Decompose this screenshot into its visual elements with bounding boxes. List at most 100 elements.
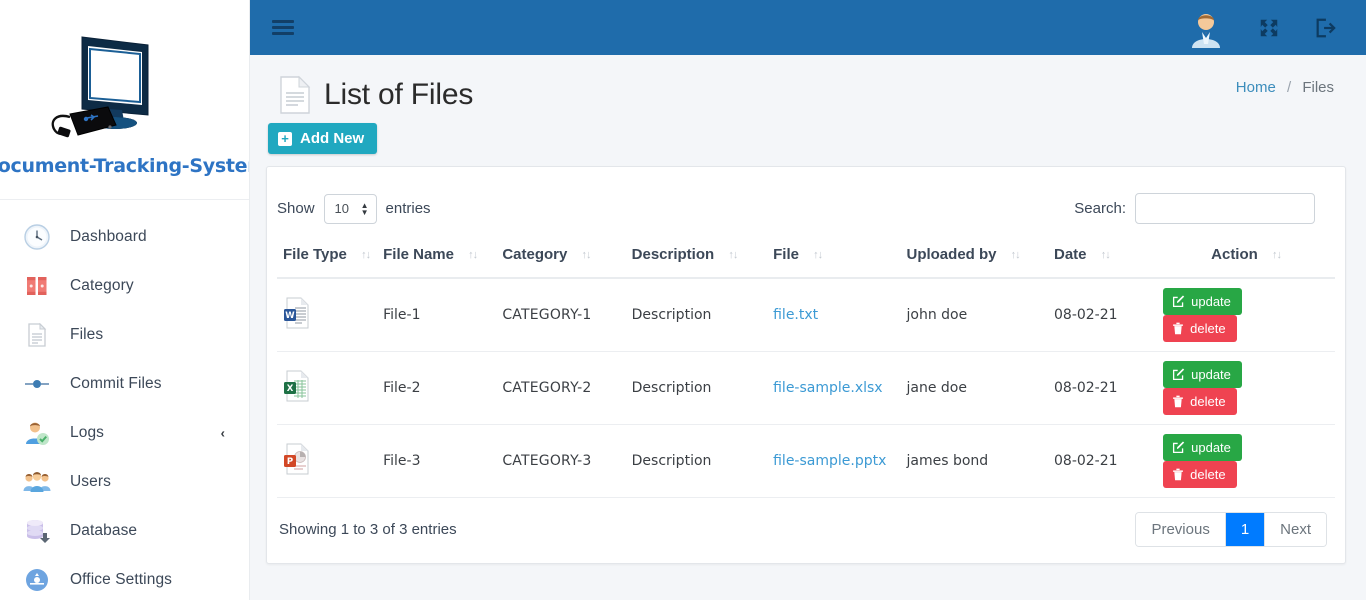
column-header-category[interactable]: Category ↑↓ xyxy=(496,242,626,279)
update-button[interactable]: update xyxy=(1163,361,1242,388)
breadcrumb-current: Files xyxy=(1302,79,1334,96)
sidebar-item-office-settings[interactable]: Office Settings xyxy=(0,555,249,600)
column-label: File xyxy=(773,246,799,263)
page-title: List of Files xyxy=(324,78,474,111)
svg-text:W: W xyxy=(285,311,295,321)
app-root: Document-Tracking-System Dashboard xyxy=(0,0,1366,600)
edit-square-icon xyxy=(1172,441,1185,454)
column-label: File Name xyxy=(383,246,454,263)
user-check-icon xyxy=(22,418,52,448)
breadcrumb-home-link[interactable]: Home xyxy=(1236,79,1276,96)
column-label: File Type xyxy=(283,246,347,263)
expand-arrows-icon[interactable] xyxy=(1258,17,1280,39)
sort-icon: ↑↓ xyxy=(361,249,371,261)
breadcrumb-separator: / xyxy=(1286,79,1292,96)
column-header-file-name[interactable]: File Name ↑↓ xyxy=(377,242,497,279)
show-label: Show xyxy=(277,200,315,217)
file-link[interactable]: file.txt xyxy=(773,307,818,323)
column-label: Action xyxy=(1211,246,1258,263)
cell-uploaded-by: james bond xyxy=(900,424,1048,498)
update-label: update xyxy=(1191,367,1231,382)
word-file-icon: W xyxy=(283,297,311,333)
search-input[interactable] xyxy=(1135,193,1315,224)
cell-file-name: File-1 xyxy=(377,278,497,352)
column-header-uploaded-by[interactable]: Uploaded by ↑↓ xyxy=(900,242,1048,279)
svg-text:P: P xyxy=(287,457,293,467)
update-label: update xyxy=(1191,294,1231,309)
pagination-next[interactable]: Next xyxy=(1265,513,1326,546)
delete-button[interactable]: delete xyxy=(1163,388,1237,415)
table-row: W File-1 CATEGORY-1 Description file.txt… xyxy=(277,278,1335,352)
sidebar-item-label: Files xyxy=(70,325,104,343)
column-label: Date xyxy=(1054,246,1087,263)
database-icon xyxy=(22,516,52,546)
table-row: X File-2 CATEGORY-2 Description file-sam… xyxy=(277,351,1335,425)
files-table: File Type ↑↓ File Name ↑↓ Category ↑↓ De… xyxy=(277,242,1335,498)
brand-logo-area[interactable]: Document-Tracking-System xyxy=(0,0,249,200)
cell-date: 08-02-21 xyxy=(1048,278,1158,352)
column-header-file[interactable]: File ↑↓ xyxy=(767,242,901,279)
trash-icon xyxy=(1172,468,1184,481)
update-button[interactable]: update xyxy=(1163,434,1242,461)
cell-category: CATEGORY-3 xyxy=(496,424,626,498)
entries-label: entries xyxy=(385,200,431,217)
update-button[interactable]: update xyxy=(1163,288,1242,315)
sidebar-item-users[interactable]: Users xyxy=(0,457,249,506)
plus-square-icon: + xyxy=(278,131,292,146)
sidebar-item-commit-files[interactable]: Commit Files xyxy=(0,359,249,408)
pagination-page-1[interactable]: 1 xyxy=(1225,513,1266,546)
file-link[interactable]: file-sample.pptx xyxy=(773,453,886,469)
topbar-actions xyxy=(1188,10,1336,48)
excel-file-icon: X xyxy=(283,370,311,406)
pagination: Previous 1 Next xyxy=(1135,512,1327,547)
delete-label: delete xyxy=(1190,467,1226,482)
cell-file-type: X xyxy=(277,351,378,425)
delete-label: delete xyxy=(1190,394,1226,409)
commit-icon xyxy=(22,369,52,399)
sidebar-item-database[interactable]: Database xyxy=(0,506,249,555)
entries-info: Showing 1 to 3 of 3 entries xyxy=(279,521,457,538)
column-header-file-type[interactable]: File Type ↑↓ xyxy=(277,242,378,279)
column-header-date[interactable]: Date ↑↓ xyxy=(1048,242,1158,279)
user-avatar-icon[interactable] xyxy=(1188,10,1224,48)
top-navbar xyxy=(250,0,1366,55)
logout-icon[interactable] xyxy=(1314,17,1336,39)
hamburger-icon[interactable] xyxy=(270,11,296,44)
column-label: Category xyxy=(502,246,568,263)
cell-action: update delete xyxy=(1157,424,1335,498)
table-footer: Showing 1 to 3 of 3 entries Previous 1 N… xyxy=(277,498,1335,563)
cell-file: file-sample.xlsx xyxy=(767,351,901,425)
page-length-select-wrap: 10 ▲ ▼ xyxy=(323,193,377,224)
column-header-action[interactable]: Action ↑↓ xyxy=(1157,242,1335,279)
sidebar-item-label: Dashboard xyxy=(70,227,147,245)
powerpoint-file-icon: P xyxy=(283,443,311,479)
office-settings-icon xyxy=(22,565,52,595)
cell-file-type: W xyxy=(277,278,378,352)
sidebar-item-dashboard[interactable]: Dashboard xyxy=(0,212,249,261)
users-group-icon xyxy=(22,467,52,497)
sidebar-item-files[interactable]: Files xyxy=(0,310,249,359)
breadcrumb: Home / Files xyxy=(1236,79,1334,96)
cell-description: Description xyxy=(625,351,768,425)
file-link[interactable]: file-sample.xlsx xyxy=(773,380,882,396)
cell-action: update delete xyxy=(1157,278,1335,352)
delete-button[interactable]: delete xyxy=(1163,315,1237,342)
edit-square-icon xyxy=(1172,295,1185,308)
sidebar-item-logs[interactable]: Logs ‹ xyxy=(0,408,249,457)
edit-square-icon xyxy=(1172,368,1185,381)
sidebar-nav: Dashboard Category Files Commit Files Lo… xyxy=(0,200,249,600)
sidebar-item-category[interactable]: Category xyxy=(0,261,249,310)
table-row: P File-3 CATEGORY-3 Description file-sam… xyxy=(277,424,1335,498)
column-header-description[interactable]: Description ↑↓ xyxy=(625,242,768,279)
sort-icon: ↑↓ xyxy=(1100,249,1111,261)
delete-button[interactable]: delete xyxy=(1163,461,1237,488)
table-controls: Show 10 ▲ ▼ entries Search: xyxy=(277,181,1335,242)
document-icon xyxy=(22,320,52,350)
pagination-previous[interactable]: Previous xyxy=(1136,513,1226,546)
page-length-select[interactable]: 10 xyxy=(323,193,377,224)
sort-icon: ↑↓ xyxy=(813,249,823,261)
sidebar-item-label: Users xyxy=(70,472,111,490)
sidebar-item-label: Category xyxy=(70,276,134,294)
add-new-button[interactable]: + Add New xyxy=(268,123,378,154)
chevron-left-icon[interactable]: ‹ xyxy=(221,425,225,440)
